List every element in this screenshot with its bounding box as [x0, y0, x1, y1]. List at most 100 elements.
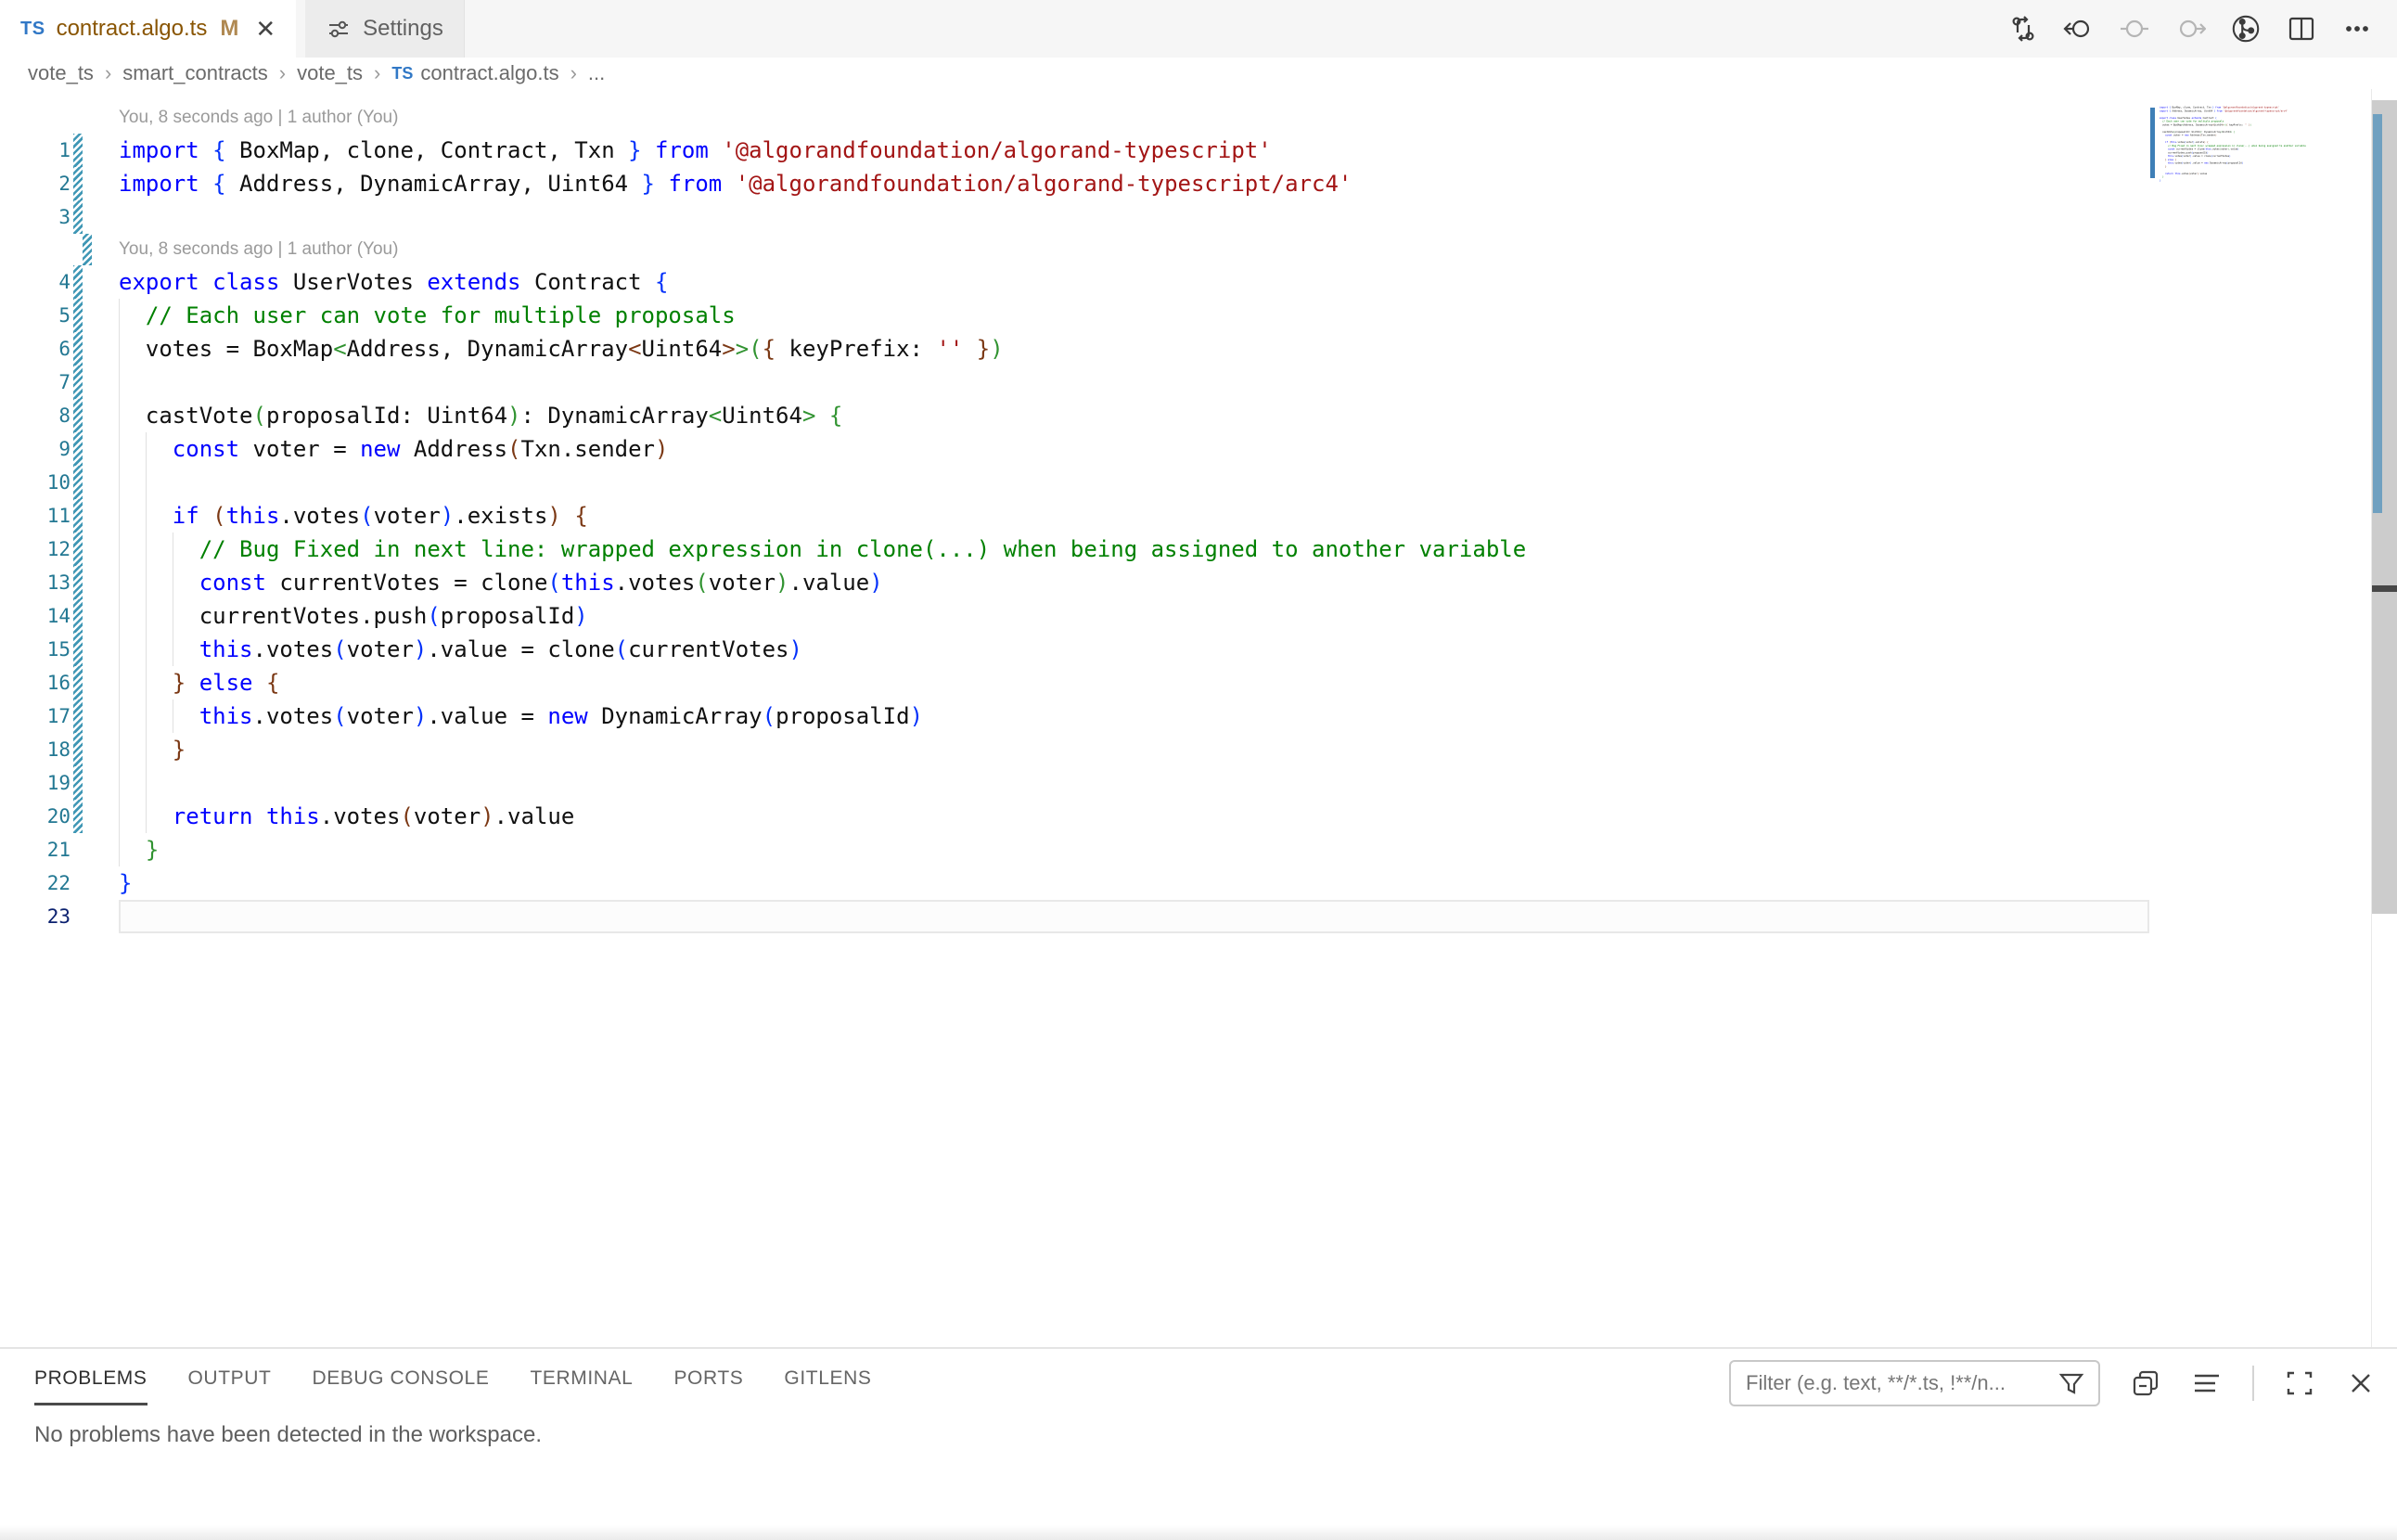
maximize-panel-icon[interactable] [2284, 1367, 2315, 1399]
code-line-10[interactable]: 10 [0, 466, 2397, 499]
line-number[interactable]: 22 [0, 872, 70, 894]
collapse-all-icon[interactable] [2130, 1367, 2161, 1399]
modified-badge: M [220, 16, 238, 42]
line-number[interactable]: 18 [0, 738, 70, 761]
more-actions-icon[interactable] [2341, 13, 2373, 45]
breadcrumb-separator: › [570, 61, 577, 85]
next-change-icon[interactable] [2174, 13, 2206, 45]
modified-gutter-indicator [73, 299, 83, 332]
compare-changes-icon[interactable] [2007, 13, 2039, 45]
modified-gutter-indicator [73, 633, 83, 666]
filter-funnel-icon[interactable] [2056, 1367, 2087, 1399]
overview-ruler-modified-marker [2373, 114, 2382, 513]
line-number[interactable]: 7 [0, 371, 70, 393]
vscode-window: TS contract.algo.ts M ✕ Settings [0, 0, 2397, 1540]
editor-scrollbar[interactable] [2371, 89, 2397, 1347]
close-tab-icon[interactable]: ✕ [255, 17, 276, 41]
panel-tab-problems[interactable]: PROBLEMS [34, 1367, 147, 1405]
line-number[interactable]: 5 [0, 304, 70, 327]
code-line-19[interactable]: 19 [0, 766, 2397, 800]
line-number[interactable]: 8 [0, 404, 70, 427]
previous-change-icon[interactable] [2119, 13, 2150, 45]
panel-tab-debug-console[interactable]: DEBUG CONSOLE [312, 1367, 489, 1405]
panel-tab-gitlens[interactable]: GITLENS [784, 1367, 871, 1405]
modified-gutter-indicator [73, 432, 83, 466]
code-line-14[interactable]: 14 currentVotes.push(proposalId) [0, 599, 2397, 633]
code-line-13[interactable]: 13 const currentVotes = clone(this.votes… [0, 566, 2397, 599]
breadcrumb-item-file[interactable]: contract.algo.ts [420, 61, 558, 85]
line-number[interactable]: 6 [0, 338, 70, 360]
modified-gutter-indicator [73, 766, 83, 800]
code-line-12[interactable]: 12 // Bug Fixed in next line: wrapped ex… [0, 533, 2397, 566]
line-number[interactable]: 9 [0, 438, 70, 460]
line-number[interactable]: 12 [0, 538, 70, 560]
line-number[interactable]: 13 [0, 571, 70, 594]
breadcrumb-item[interactable]: smart_contracts [122, 61, 268, 85]
line-number[interactable]: 10 [0, 471, 70, 494]
panel-tab-ports[interactable]: PORTS [673, 1367, 743, 1405]
modified-gutter-indicator [73, 332, 83, 366]
modified-gutter-indicator [73, 167, 83, 200]
modified-gutter-indicator [73, 566, 83, 599]
line-number[interactable]: 23 [0, 905, 70, 928]
code-line-9[interactable]: 9 const voter = new Address(Txn.sender) [0, 432, 2397, 466]
code-line-6[interactable]: 6 votes = BoxMap<Address, DynamicArray<U… [0, 332, 2397, 366]
close-panel-icon[interactable] [2345, 1367, 2377, 1399]
line-number[interactable]: 21 [0, 839, 70, 861]
modified-gutter-indicator [73, 200, 83, 234]
line-number[interactable]: 3 [0, 206, 70, 228]
window-bottom-edge [0, 1525, 2397, 1540]
panel-tab-terminal[interactable]: TERMINAL [530, 1367, 633, 1405]
filter-input[interactable] [1746, 1371, 2056, 1395]
line-number[interactable]: 2 [0, 173, 70, 195]
code-line-3[interactable]: 3 [0, 200, 2397, 234]
breadcrumb-item[interactable]: vote_ts [28, 61, 94, 85]
line-number[interactable]: 4 [0, 271, 70, 293]
panel-tab-output[interactable]: OUTPUT [188, 1367, 272, 1405]
overview-ruler-cursor-marker [2372, 585, 2397, 592]
code-line-1[interactable]: 1import { BoxMap, clone, Contract, Txn }… [0, 134, 2397, 167]
code-line-20[interactable]: 20 return this.votes(voter).value [0, 800, 2397, 833]
code-line-7[interactable]: 7 [0, 366, 2397, 399]
line-number[interactable]: 15 [0, 638, 70, 661]
open-changes-icon[interactable] [2063, 13, 2095, 45]
line-number[interactable]: 1 [0, 139, 70, 161]
codelens-blame[interactable]: You, 8 seconds ago | 1 author (You) [0, 234, 2397, 265]
line-number[interactable]: 11 [0, 505, 70, 527]
line-number[interactable]: 16 [0, 672, 70, 694]
line-number[interactable]: 19 [0, 772, 70, 794]
breadcrumb-item-symbol[interactable]: ... [588, 61, 605, 85]
code-line-21[interactable]: 21 } [0, 833, 2397, 866]
code-line-17[interactable]: 17 this.votes(voter).value = new Dynamic… [0, 699, 2397, 733]
code-rows[interactable]: You, 8 seconds ago | 1 author (You)1impo… [0, 102, 2397, 933]
modified-gutter-indicator [73, 666, 83, 699]
code-line-5[interactable]: 5 // Each user can vote for multiple pro… [0, 299, 2397, 332]
modified-gutter-indicator [73, 699, 83, 733]
split-editor-icon[interactable] [2286, 13, 2317, 45]
code-line-18[interactable]: 18 } [0, 733, 2397, 766]
codelens-blame[interactable]: You, 8 seconds ago | 1 author (You) [0, 102, 2397, 134]
tab-contract-algo-ts[interactable]: TS contract.algo.ts M ✕ [0, 0, 296, 58]
commit-graph-icon[interactable] [2230, 13, 2262, 45]
problems-status-message: No problems have been detected in the wo… [0, 1422, 2397, 1448]
code-editor[interactable]: You, 8 seconds ago | 1 author (You)1impo… [0, 89, 2397, 1347]
code-line-23[interactable]: 23 [0, 900, 2397, 933]
line-number[interactable]: 20 [0, 805, 70, 828]
view-as-list-icon[interactable] [2191, 1367, 2223, 1399]
problems-filter[interactable] [1729, 1360, 2100, 1406]
line-number[interactable]: 14 [0, 605, 70, 627]
code-line-8[interactable]: 8 castVote(proposalId: Uint64): DynamicA… [0, 399, 2397, 432]
modified-gutter-indicator [73, 399, 83, 432]
breadcrumb-item[interactable]: vote_ts [297, 61, 363, 85]
editor-actions [2007, 0, 2397, 58]
code-line-11[interactable]: 11 if (this.votes(voter).exists) { [0, 499, 2397, 533]
code-line-4[interactable]: 4export class UserVotes extends Contract… [0, 265, 2397, 299]
code-line-2[interactable]: 2import { Address, DynamicArray, Uint64 … [0, 167, 2397, 200]
line-number[interactable]: 17 [0, 705, 70, 727]
modified-gutter-indicator [73, 265, 83, 299]
tab-settings[interactable]: Settings [305, 0, 465, 58]
minimap[interactable]: import { BoxMap, clone, Contract, Txn } … [2150, 104, 2352, 289]
code-line-15[interactable]: 15 this.votes(voter).value = clone(curre… [0, 633, 2397, 666]
code-line-16[interactable]: 16 } else { [0, 666, 2397, 699]
code-line-22[interactable]: 22} [0, 866, 2397, 900]
